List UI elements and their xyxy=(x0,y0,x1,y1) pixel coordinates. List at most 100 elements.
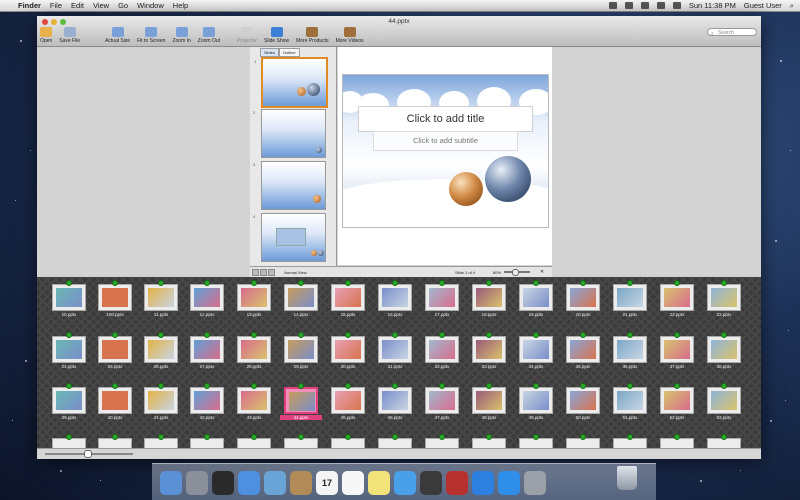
spotlight-icon[interactable]: ⌕ xyxy=(790,1,794,11)
reminders-icon[interactable] xyxy=(342,471,364,495)
toolbar-more-videos-button[interactable]: More Videos xyxy=(336,27,364,44)
file-name: 17.pptx xyxy=(434,312,450,317)
zoom-out-icon xyxy=(202,27,215,37)
search-icon: ⌕ xyxy=(711,31,714,37)
slide-subtitle-placeholder[interactable]: Click to add subtitle xyxy=(373,131,518,151)
file-thumbnail xyxy=(331,336,365,363)
file-name: 11.pptx xyxy=(153,312,169,317)
slide-thumbnail-1[interactable]: 1 xyxy=(254,57,328,108)
app-store-icon[interactable] xyxy=(498,471,520,495)
toolbar-label: Open xyxy=(40,38,53,44)
menu-edit[interactable]: Edit xyxy=(71,1,84,10)
volume-icon[interactable] xyxy=(656,2,665,9)
pushpin-icon xyxy=(66,434,72,440)
pushpin-icon xyxy=(721,332,727,338)
wifi-icon[interactable] xyxy=(640,2,649,9)
file-thumbnail xyxy=(660,284,694,311)
fit-to-screen-icon xyxy=(145,27,158,37)
pushpin-icon xyxy=(721,280,727,286)
battery-icon[interactable] xyxy=(672,2,681,9)
preferences-icon[interactable] xyxy=(524,471,546,495)
file-thumbnail xyxy=(98,387,132,414)
address-book-icon[interactable] xyxy=(290,471,312,495)
pushpin-icon xyxy=(204,434,210,440)
toolbar-zoom-in-button[interactable]: Zoom In xyxy=(172,27,191,44)
view-mode-label: Normal View xyxy=(284,270,307,275)
pushpin-icon xyxy=(251,332,257,338)
calendar-icon[interactable]: 17 xyxy=(316,471,338,495)
file-thumbnail xyxy=(519,387,553,414)
file-name: 37.pptx xyxy=(669,364,685,369)
pushpin-icon xyxy=(486,332,492,338)
tab-outline[interactable]: Outline xyxy=(278,48,300,57)
search-field[interactable]: ⌕ Search xyxy=(707,28,757,37)
pushpin-icon xyxy=(439,280,445,286)
slide-thumbnail-2[interactable]: 2 xyxy=(253,109,326,158)
toolbar-save-file-button[interactable]: Save File xyxy=(59,27,80,44)
toolbar-label: Zoom In xyxy=(172,38,191,44)
file-name: 19.pptx xyxy=(528,312,544,317)
bluetooth-icon[interactable] xyxy=(624,2,633,9)
file-thumbnail xyxy=(660,387,694,414)
toolbar-actual-size-button[interactable]: Actual Size xyxy=(105,27,130,44)
mail-icon[interactable] xyxy=(264,471,286,495)
toolbar-more-products-button[interactable]: More Products xyxy=(296,27,329,44)
menu-clock[interactable]: Sun 11:38 PM xyxy=(689,1,736,10)
normal-view-button[interactable] xyxy=(252,269,259,276)
box-icon xyxy=(306,27,319,37)
file-name: 36.pptx xyxy=(622,364,638,369)
trash-icon[interactable] xyxy=(617,466,637,490)
finder-icon[interactable] xyxy=(160,471,182,495)
dashboard-icon[interactable] xyxy=(212,471,234,495)
toolbar-open-button[interactable]: Open xyxy=(40,27,52,44)
menu-help[interactable]: Help xyxy=(173,1,188,10)
sorter-view-button[interactable] xyxy=(260,269,267,276)
pushpin-icon xyxy=(627,383,633,389)
zoom-slider-thumb[interactable] xyxy=(512,269,519,276)
pushpin-icon xyxy=(580,332,586,338)
toolbar-slide-show-button[interactable]: Slide Show xyxy=(264,27,289,44)
facetime-icon[interactable] xyxy=(420,471,442,495)
messages-icon[interactable] xyxy=(394,471,416,495)
pushpin-icon xyxy=(721,434,727,440)
menu-go[interactable]: Go xyxy=(118,1,128,10)
menu-window[interactable]: Window xyxy=(137,1,164,10)
current-slide[interactable]: Click to add title Click to add subtitle xyxy=(342,74,549,228)
rocket-icon[interactable] xyxy=(186,471,208,495)
thumbnail-size-slider-thumb[interactable] xyxy=(84,450,92,458)
file-name: 16.pptx xyxy=(387,312,403,317)
pushpin-icon xyxy=(721,383,727,389)
slide-thumbnail-3[interactable]: 3 xyxy=(253,161,326,210)
pushpin-icon xyxy=(298,280,304,286)
slide-thumbnail-4[interactable]: 4 xyxy=(253,213,326,262)
file-thumbnail xyxy=(566,284,600,311)
pushpin-icon xyxy=(392,434,398,440)
pushpin-icon xyxy=(533,383,539,389)
slides-panel: Slides Outline 1 2 3 4 xyxy=(250,47,337,266)
notes-icon[interactable] xyxy=(368,471,390,495)
pushpin-icon xyxy=(392,383,398,389)
fit-slide-icon[interactable]: ✕ xyxy=(540,269,544,275)
menu-app-name[interactable]: Finder xyxy=(18,1,41,10)
pushpin-icon xyxy=(533,434,539,440)
time-machine-icon[interactable] xyxy=(608,2,617,9)
toolbar-zoom-out-button[interactable]: Zoom Out xyxy=(198,27,220,44)
notes-view-button[interactable] xyxy=(268,269,275,276)
menu-user[interactable]: Guest User xyxy=(744,1,782,10)
safari-icon[interactable] xyxy=(238,471,260,495)
file-name: 26.pptx xyxy=(153,364,169,369)
menu-view[interactable]: View xyxy=(93,1,109,10)
itunes-icon[interactable] xyxy=(472,471,494,495)
menu-file[interactable]: File xyxy=(50,1,62,10)
file-thumbnail xyxy=(284,336,318,363)
file-thumbnail xyxy=(472,336,506,363)
slide-title-placeholder[interactable]: Click to add title xyxy=(358,106,533,132)
toolbar-fit-to-screen-button[interactable]: Fit to Screen xyxy=(137,27,165,44)
toolbar-label: Fit to Screen xyxy=(137,38,166,44)
photo-booth-icon[interactable] xyxy=(446,471,468,495)
file-thumbnail xyxy=(98,284,132,311)
pushpin-icon xyxy=(486,383,492,389)
projector-icon xyxy=(241,27,254,37)
tab-slides[interactable]: Slides xyxy=(260,48,279,57)
window-title: 44.pptx xyxy=(388,18,410,25)
